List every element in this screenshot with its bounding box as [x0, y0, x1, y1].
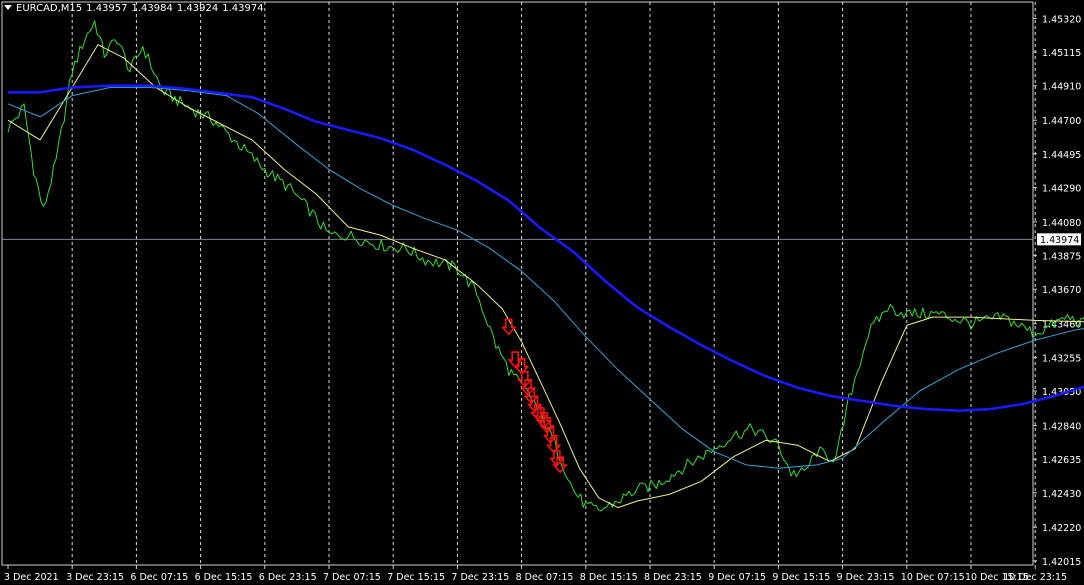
- price-tick-label: 1.44700: [1042, 116, 1081, 127]
- time-tick-label: 3 Dec 23:15: [66, 572, 124, 583]
- time-tick-label: 7 Dec 23:15: [451, 572, 509, 583]
- price-tick-label: 1.45115: [1042, 48, 1081, 59]
- time-tick-label: 3 Dec 2021: [4, 572, 59, 583]
- price-tick-label: 1.45320: [1042, 14, 1081, 25]
- price-tick-label: 1.42840: [1042, 421, 1081, 432]
- price-tick-label: 1.42635: [1042, 455, 1081, 466]
- price-tick-label: 1.44290: [1042, 183, 1081, 194]
- price-tick-label: 1.44495: [1042, 150, 1081, 161]
- time-tick-label: 9 Dec 15:15: [772, 572, 830, 583]
- price-tick-label: 1.42220: [1042, 523, 1081, 534]
- price-tick-label: 1.43670: [1042, 285, 1081, 296]
- time-tick-label: 8 Dec 15:15: [580, 572, 638, 583]
- low-value: 1.43924: [176, 3, 219, 14]
- current-price-label: 1.43974: [1040, 235, 1079, 246]
- ma-mid-series-line: [7, 86, 1084, 469]
- time-tick-label: 9 Dec 23:15: [837, 572, 895, 583]
- time-tick-label: 6 Dec 07:15: [130, 572, 188, 583]
- open-value: 1.43957: [86, 3, 128, 14]
- price-tick-label: 1.44910: [1042, 82, 1081, 93]
- time-tick-label: 10 Dec 23:15: [1003, 572, 1067, 583]
- price-tick-label: 1.44080: [1042, 218, 1081, 229]
- time-tick-label: 6 Dec 23:15: [259, 572, 317, 583]
- time-tick-label: 8 Dec 07:15: [516, 572, 574, 583]
- price-tick-label: 1.42015: [1042, 557, 1081, 568]
- time-tick-label: 8 Dec 23:15: [644, 572, 702, 583]
- ma-slow-series-line: [8, 84, 1084, 412]
- chart-window: 3 Dec 2021 3 Dec 23:15 6 Dec 07:15 6 Dec 15…: [0, 0, 1084, 585]
- sell-arrow-icon: [501, 318, 517, 336]
- close-value: 1.43974: [222, 3, 264, 14]
- chart-plot[interactable]: 3 Dec 2021 3 Dec 23:15 6 Dec 07:15 6 Dec 15…: [0, 0, 1084, 585]
- time-tick-label: 10 Dec 07:15: [901, 572, 965, 583]
- symbol-label: EURCAD,M15: [16, 3, 83, 14]
- chart-header: EURCAD,M15 1.43957 1.43984 1.43924 1.43974: [4, 3, 268, 14]
- sell-arrow-icon: [552, 456, 568, 474]
- price-tick-label: 1.43875: [1042, 252, 1081, 263]
- high-value: 1.43984: [131, 3, 173, 14]
- time-tick-label: 9 Dec 07:15: [708, 572, 766, 583]
- price-tick-label: 1.43255: [1042, 353, 1081, 364]
- time-tick-label: 6 Dec 15:15: [195, 572, 253, 583]
- price-tick-label: 1.42430: [1042, 489, 1081, 500]
- time-tick-label: 7 Dec 07:15: [323, 572, 381, 583]
- time-tick-label: 7 Dec 15:15: [387, 572, 445, 583]
- dropdown-triangle-icon[interactable]: [4, 4, 12, 10]
